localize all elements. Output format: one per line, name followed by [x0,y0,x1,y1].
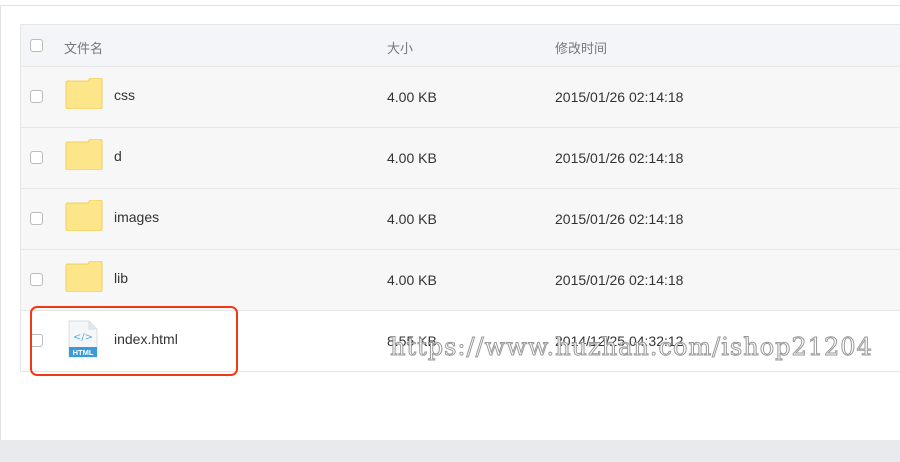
file-name[interactable]: d [114,148,122,164]
header-name[interactable]: 文件名 [64,38,103,57]
folder-icon [65,138,103,171]
file-modified: 2015/01/26 02:14:18 [555,211,684,227]
table-row[interactable]: css 4.00 KB 2015/01/26 02:14:18 [21,67,900,128]
highlight-box [30,306,238,376]
row-checkbox[interactable] [30,273,43,286]
table-row[interactable]: d 4.00 KB 2015/01/26 02:14:18 [21,128,900,189]
folder-icon [65,77,103,110]
folder-icon [65,260,103,293]
file-name[interactable]: css [114,87,135,103]
file-name[interactable]: lib [114,270,128,286]
watermark: https://www.huzhan.com/ishop21204 [390,333,873,362]
table-header: 文件名 大小 修改时间 [21,25,900,67]
file-modified: 2015/01/26 02:14:18 [555,89,684,105]
file-modified: 2015/01/26 02:14:18 [555,272,684,288]
file-size: 4.00 KB [387,272,437,288]
file-size: 4.00 KB [387,89,437,105]
file-name[interactable]: images [114,209,159,225]
row-checkbox[interactable] [30,151,43,164]
folder-icon [65,199,103,232]
header-modified[interactable]: 修改时间 [555,38,607,57]
row-checkbox[interactable] [30,212,43,225]
select-all-checkbox[interactable] [30,38,43,52]
table-row[interactable]: lib 4.00 KB 2015/01/26 02:14:18 [21,250,900,311]
row-checkbox[interactable] [30,90,43,103]
file-size: 4.00 KB [387,150,437,166]
header-size[interactable]: 大小 [387,38,413,57]
footer-bar [0,440,900,462]
file-size: 4.00 KB [387,211,437,227]
table-row[interactable]: images 4.00 KB 2015/01/26 02:14:18 [21,189,900,250]
file-modified: 2015/01/26 02:14:18 [555,150,684,166]
